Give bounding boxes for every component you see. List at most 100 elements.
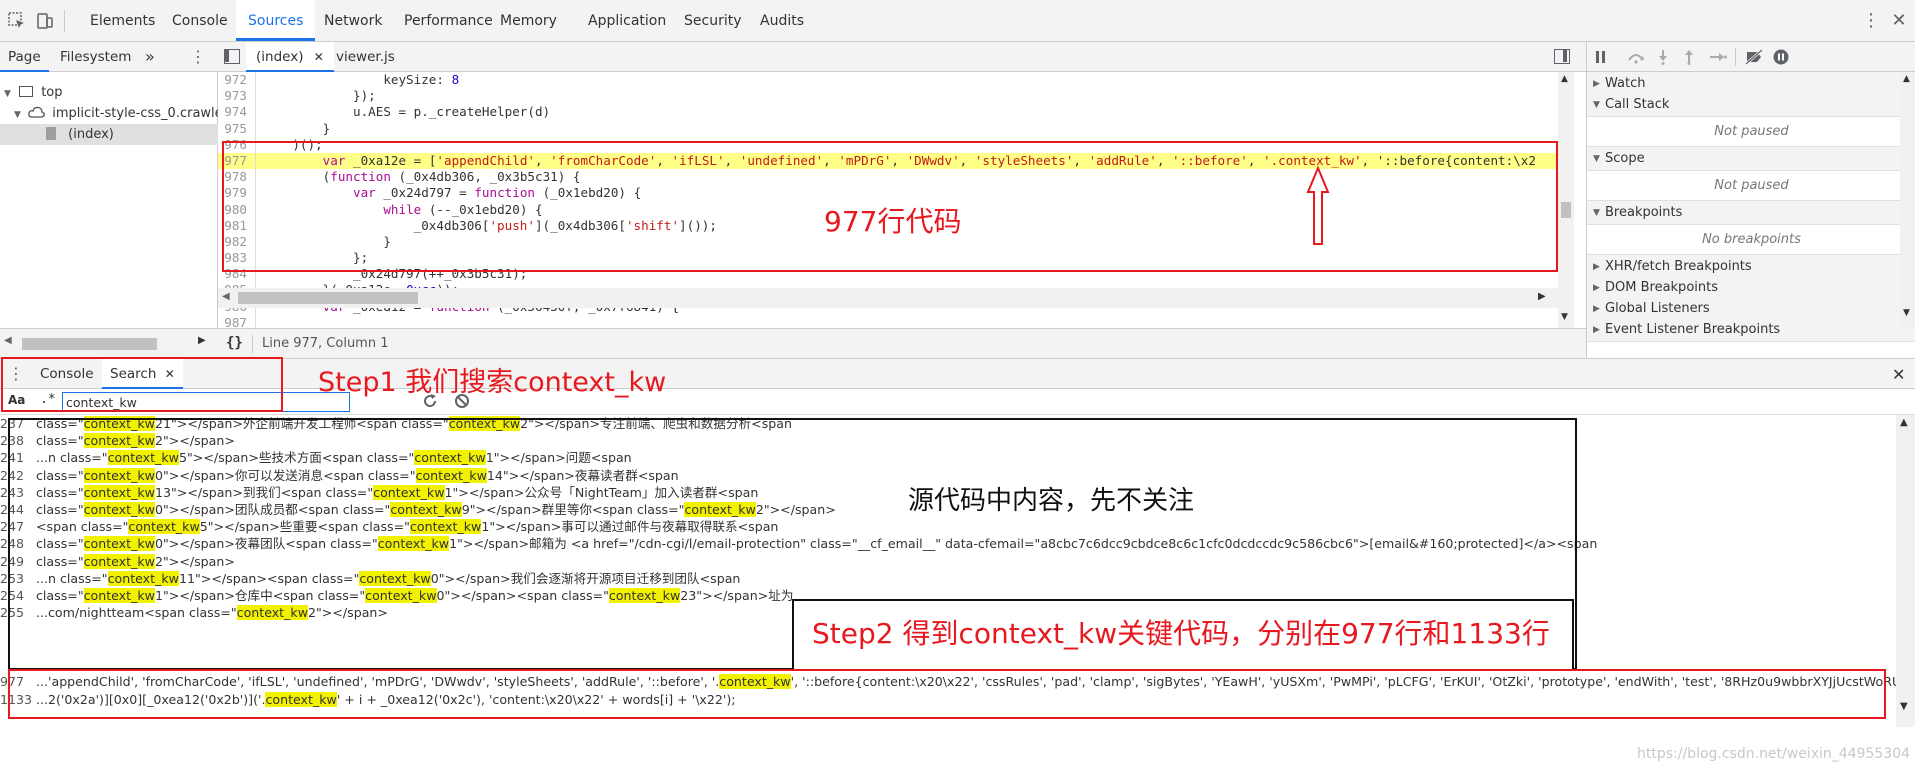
code-line[interactable]: 977 var _0xa12e = ['appendChild', 'fromC… — [218, 152, 1568, 170]
line-number[interactable]: 982 — [218, 233, 256, 251]
pause-icon[interactable] — [1595, 51, 1607, 63]
tab-elements[interactable]: Elements — [78, 0, 167, 42]
line-number[interactable]: 984 — [218, 266, 256, 283]
expanded-icon: ▼ — [1593, 154, 1600, 164]
step-into-icon[interactable] — [1657, 49, 1669, 65]
tab-console[interactable]: Console — [160, 0, 240, 42]
code-line[interactable]: 976 )(); — [218, 136, 1568, 153]
line-number[interactable]: 979 — [218, 185, 256, 202]
section-breakpoints[interactable]: ▼ Breakpoints — [1587, 201, 1915, 225]
pretty-print-icon[interactable]: {} — [226, 335, 243, 351]
search-result-row[interactable]: 254 class="context_kw1"></span>仓库中<span c… — [0, 587, 1880, 604]
line-number[interactable]: 978 — [218, 169, 256, 186]
tab-application[interactable]: Application — [576, 0, 678, 42]
line-number[interactable]: 983 — [218, 250, 256, 267]
search-result-row[interactable]: 237 class="context_kw21"></span>外企前端开发工程师… — [0, 415, 1880, 432]
regex-toggle[interactable]: .* — [40, 392, 56, 407]
search-result-row[interactable]: 241 ...n class="context_kw5"></span>些技术方面… — [0, 449, 1880, 466]
toggle-navigator-icon[interactable] — [224, 49, 240, 64]
line-number[interactable]: 980 — [218, 201, 256, 218]
toggle-debugger-icon[interactable] — [1554, 49, 1570, 64]
close-devtools-icon[interactable]: ✕ — [1886, 8, 1912, 34]
step-icon[interactable] — [1709, 50, 1727, 64]
tab-sources[interactable]: Sources — [236, 0, 316, 41]
tab-viewer[interactable]: viewer.js — [326, 42, 405, 72]
inspect-element-icon[interactable] — [4, 8, 30, 34]
scroll-right-icon[interactable]: ▶ — [198, 335, 206, 346]
search-result-row[interactable]: 238 class="context_kw2"></span> — [0, 432, 1880, 449]
scroll-up-icon[interactable]: ▲ — [1900, 417, 1908, 428]
code-line[interactable]: 983 }; — [218, 250, 1568, 267]
line-number[interactable]: 987 — [218, 314, 256, 328]
match-case-toggle[interactable]: Aa — [8, 393, 25, 407]
tab-filesystem[interactable]: Filesystem — [52, 42, 139, 72]
tab-search[interactable]: Search ✕ — [102, 359, 183, 389]
editor-tabs: (index) ✕ viewer.js — [218, 42, 1586, 72]
tab-memory[interactable]: Memory — [488, 0, 569, 42]
code-line[interactable]: 974 u.AES = p._createHelper(d) — [218, 104, 1568, 121]
more-tabs-icon[interactable]: » — [137, 42, 163, 72]
step-out-icon[interactable] — [1683, 49, 1695, 65]
line-number[interactable]: 977 — [218, 152, 256, 170]
scroll-up-icon[interactable]: ▲ — [1903, 74, 1910, 84]
code-line[interactable]: 972 keySize: 8 — [218, 72, 1568, 89]
result-line-number: 249 — [0, 553, 25, 569]
tab-page[interactable]: Page — [0, 42, 49, 72]
section-call-stack[interactable]: ▼ Call Stack — [1587, 93, 1915, 117]
line-number[interactable]: 974 — [218, 104, 256, 121]
result-text: 1"></span>公众号「NightTeam」加入读者群<span — [444, 484, 759, 500]
scroll-up-icon[interactable]: ▲ — [1561, 74, 1568, 84]
drawer-menu-icon[interactable]: ⋮ — [8, 364, 24, 383]
line-number[interactable]: 972 — [218, 72, 256, 89]
code-line[interactable]: 975 } — [218, 120, 1568, 137]
search-result-row[interactable]: 247 <span class="context_kw5"></span>些重要<… — [0, 518, 1880, 535]
search-result-row[interactable]: 1133 ...2('0x2a')][0x0][_0xea12('0x2b')](… — [0, 691, 1880, 709]
scrollbar-thumb[interactable] — [238, 292, 418, 304]
search-result-row[interactable]: 253 ...n class="context_kw11"></span><spa… — [0, 570, 1880, 587]
results-vscroll[interactable]: ▲ ▼ — [1896, 415, 1915, 727]
section-event-listener-breakpoints[interactable]: ▶ Event Listener Breakpoints — [1587, 318, 1915, 342]
editor-hscroll[interactable]: ◀ ▶ — [218, 288, 1558, 308]
more-options-icon[interactable]: ⋮ — [1858, 8, 1884, 34]
deactivate-breakpoints-icon[interactable] — [1745, 49, 1763, 65]
search-result-row[interactable]: 977 ...'appendChild', 'fromCharCode', 'if… — [0, 673, 1915, 691]
line-number[interactable]: 975 — [218, 120, 256, 137]
scroll-right-icon[interactable]: ▶ — [1538, 291, 1546, 302]
tree-item-top[interactable]: ▼ top — [4, 82, 214, 103]
device-toolbar-icon[interactable] — [32, 8, 58, 34]
close-tab-icon[interactable]: ✕ — [165, 367, 175, 381]
navigator-menu-icon[interactable]: ⋮ — [190, 42, 206, 72]
scrollbar-thumb[interactable] — [1561, 202, 1571, 218]
navigator-scrollbar[interactable]: ◀ ▶ — [0, 328, 218, 358]
close-tab-icon[interactable]: ✕ — [314, 50, 324, 64]
tab-audits[interactable]: Audits — [748, 0, 816, 42]
tab-console[interactable]: Console — [30, 359, 104, 389]
tab-index[interactable]: (index) ✕ — [246, 42, 334, 72]
scroll-down-icon[interactable]: ▼ — [1903, 308, 1910, 318]
tree-item-index[interactable]: (index) — [0, 124, 218, 145]
scroll-down-icon[interactable]: ▼ — [1900, 701, 1908, 712]
editor-vscroll[interactable]: ▲ ▼ — [1558, 72, 1574, 328]
pause-on-exceptions-icon[interactable] — [1773, 49, 1789, 65]
section-scope[interactable]: ▼ Scope — [1587, 147, 1915, 171]
sidebar-vscroll[interactable]: ▲ ▼ — [1900, 72, 1915, 328]
scroll-left-icon[interactable]: ◀ — [222, 291, 230, 302]
line-number[interactable]: 973 — [218, 88, 256, 105]
tab-security[interactable]: Security — [672, 0, 754, 42]
search-input[interactable] — [62, 392, 350, 412]
code-line[interactable]: 984 _0x24d797(++_0x3b5c31); — [218, 266, 1568, 283]
search-result-row[interactable]: 248 class="context_kw0"></span>夜幕团队<span … — [0, 535, 1880, 552]
line-number[interactable]: 976 — [218, 136, 256, 153]
tree-item-origin[interactable]: ▼ implicit-style-css_0.crawler — [14, 103, 218, 124]
scroll-left-icon[interactable]: ◀ — [4, 335, 12, 346]
scrollbar-thumb[interactable] — [22, 338, 157, 350]
line-number[interactable]: 981 — [218, 217, 256, 234]
code-line[interactable]: 973 }); — [218, 88, 1568, 105]
step-over-icon[interactable] — [1627, 50, 1645, 64]
tab-network[interactable]: Network — [312, 0, 394, 42]
close-drawer-icon[interactable]: ✕ — [1892, 365, 1905, 384]
code-line[interactable]: 978 (function (_0x4db306, _0x3b5c31) { — [218, 169, 1568, 186]
scroll-down-icon[interactable]: ▼ — [1561, 312, 1568, 322]
search-result-row[interactable]: 249 class="context_kw2"></span> — [0, 553, 1880, 570]
code-line[interactable]: 987 — [218, 314, 1568, 328]
